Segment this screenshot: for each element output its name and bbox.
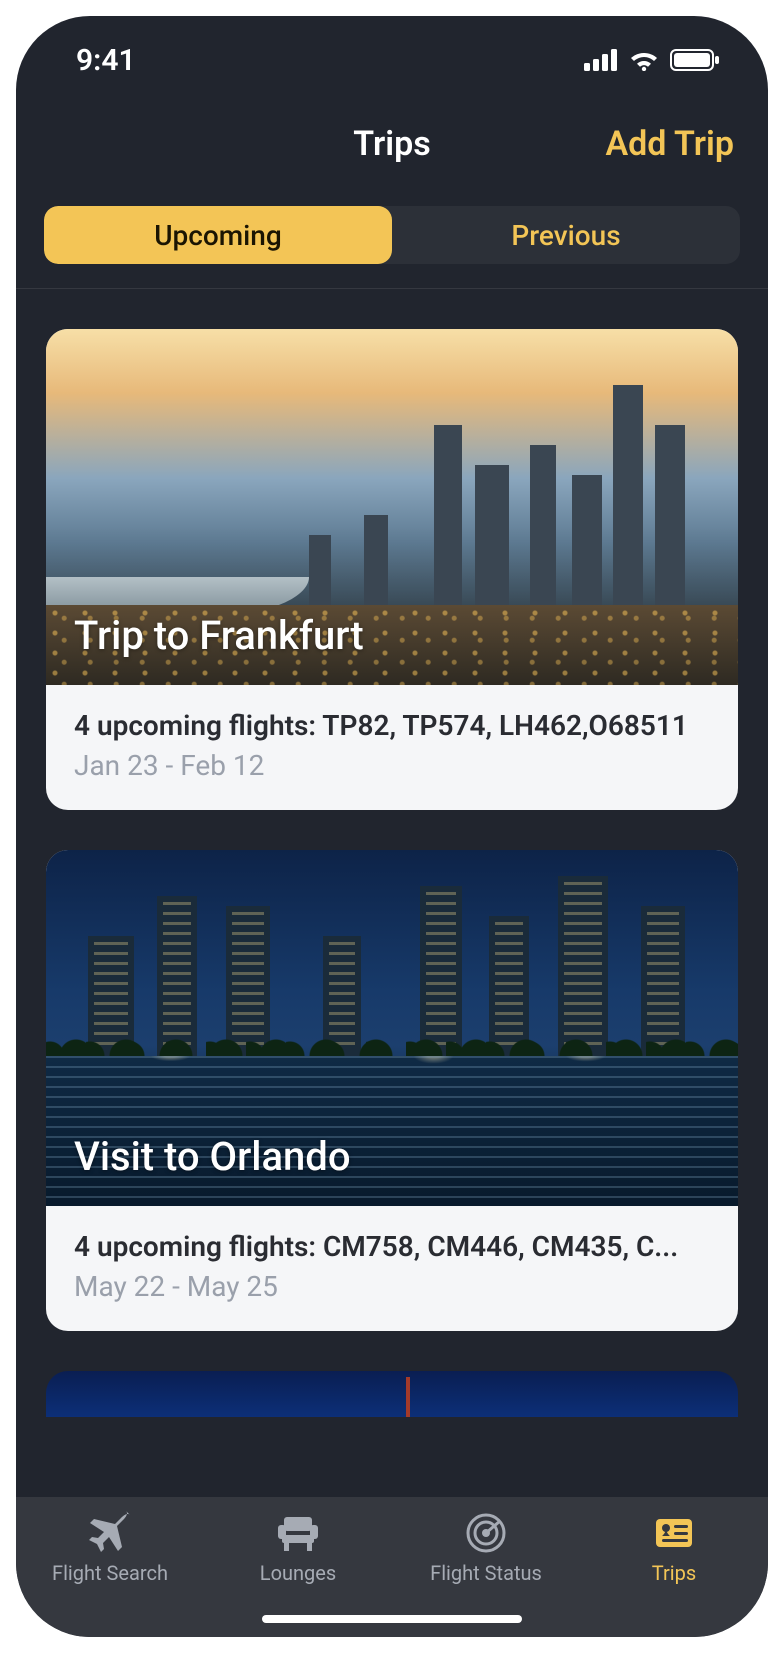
tab-label: Flight Search <box>52 1561 168 1585</box>
radar-icon <box>462 1511 510 1555</box>
page-title: Trips <box>353 124 430 164</box>
status-bar: 9:41 <box>16 16 768 104</box>
status-indicators <box>584 49 720 71</box>
segment-upcoming[interactable]: Upcoming <box>44 206 392 264</box>
tab-bar: Flight Search Lounges <box>16 1497 768 1637</box>
status-time: 9:41 <box>76 43 136 78</box>
navigation-bar: Trips Add Trip <box>16 104 768 184</box>
trip-card-orlando[interactable]: Visit to Orlando 4 upcoming flights: CM7… <box>46 850 738 1331</box>
segment-previous[interactable]: Previous <box>392 206 740 264</box>
trip-flights-summary: 4 upcoming flights: TP82, TP574, LH462,O… <box>74 707 710 745</box>
wifi-icon <box>628 49 660 71</box>
battery-icon <box>670 49 720 71</box>
lounge-icon <box>274 1511 322 1555</box>
tab-label: Lounges <box>260 1561 336 1585</box>
trips-filter-segmented: Upcoming Previous <box>44 206 740 264</box>
trip-title: Visit to Orlando <box>74 1133 351 1180</box>
tab-flight-search[interactable]: Flight Search <box>16 1511 204 1637</box>
trip-hero-image: Trip to Frankfurt <box>46 329 738 685</box>
trip-title: Trip to Frankfurt <box>74 612 364 659</box>
trip-flights-summary: 4 upcoming flights: CM758, CM446, CM435,… <box>74 1228 710 1266</box>
trip-date-range: Jan 23 - Feb 12 <box>74 749 710 782</box>
tab-label: Flight Status <box>430 1561 542 1585</box>
airplane-icon <box>86 1511 134 1555</box>
home-indicator[interactable] <box>262 1615 522 1623</box>
trip-card-peek[interactable] <box>46 1371 738 1417</box>
trip-date-range: May 22 - May 25 <box>74 1270 710 1303</box>
tab-trips[interactable]: Trips <box>580 1511 768 1637</box>
trips-icon <box>650 1511 698 1555</box>
trip-card-frankfurt[interactable]: Trip to Frankfurt 4 upcoming flights: TP… <box>46 329 738 810</box>
trip-hero-image: Visit to Orlando <box>46 850 738 1206</box>
add-trip-button[interactable]: Add Trip <box>605 124 734 164</box>
trips-list[interactable]: Trip to Frankfurt 4 upcoming flights: TP… <box>16 289 768 1497</box>
cellular-icon <box>584 49 618 71</box>
tab-label: Trips <box>652 1561 696 1585</box>
